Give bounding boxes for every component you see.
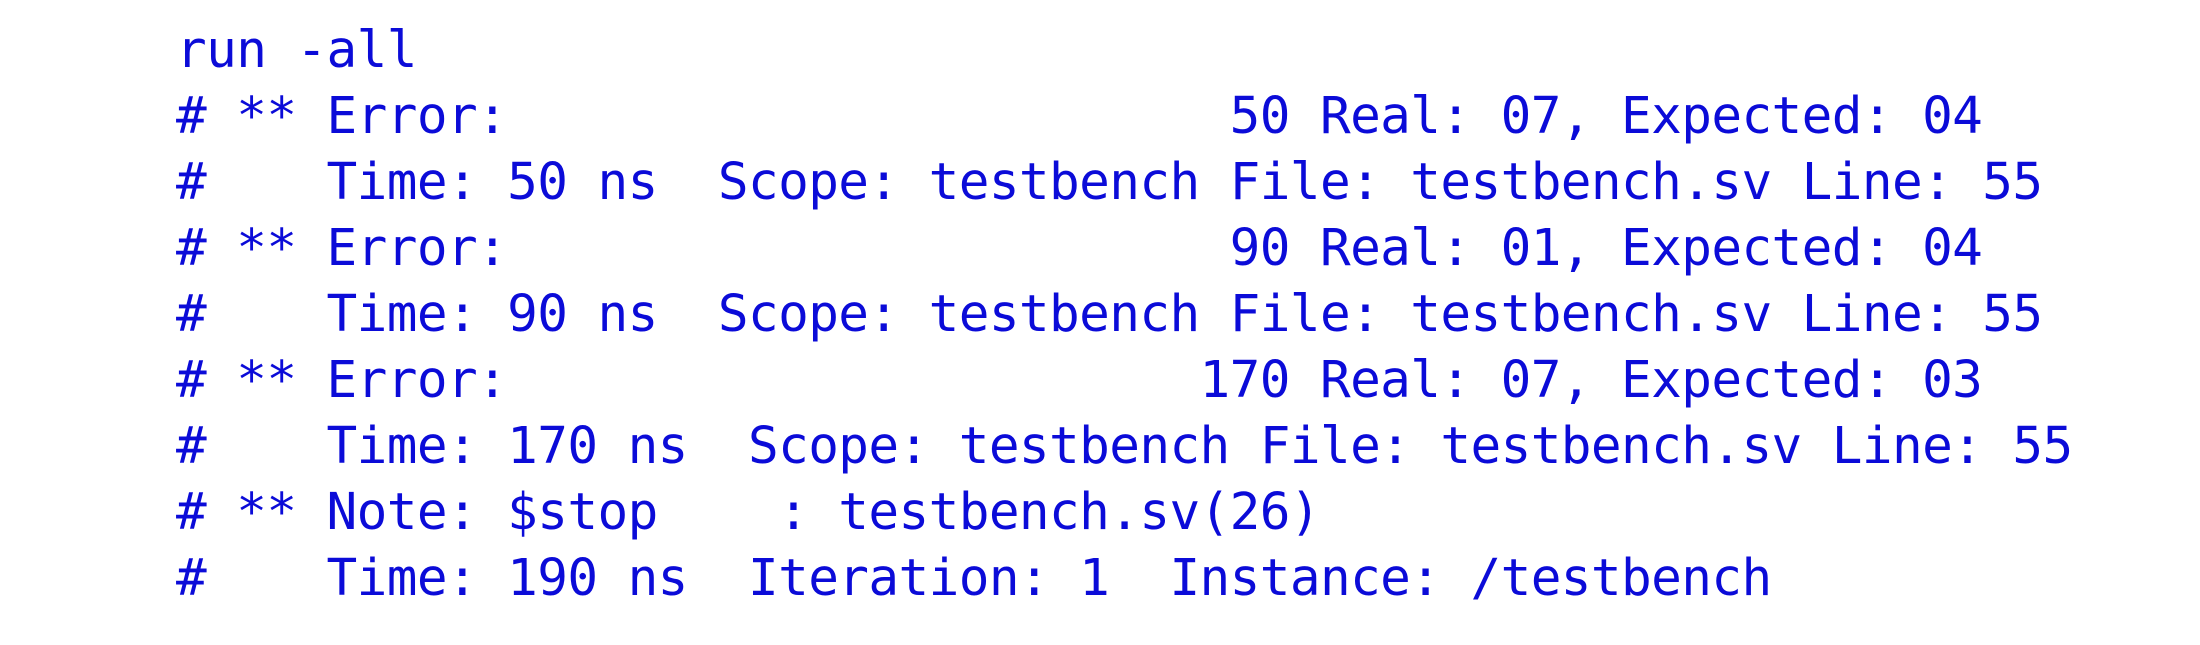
note-detail-line: # Time: 190 ns Iteration: 1 Instance: /t… — [176, 549, 1772, 608]
error-message-line: # ** Error: 170 Real: 07, Expected: 03 — [176, 351, 1983, 410]
error-detail-line: # Time: 50 ns Scope: testbench File: tes… — [176, 153, 2043, 212]
error-message-line: # ** Error: 90 Real: 01, Expected: 04 — [176, 219, 1983, 278]
error-detail-line: # Time: 170 ns Scope: testbench File: te… — [176, 417, 2073, 476]
command-line: run -all — [176, 21, 417, 80]
error-message-line: # ** Error: 50 Real: 07, Expected: 04 — [176, 87, 1983, 146]
transcript-console: run -all # ** Error: 50 Real: 07, Expect… — [176, 18, 2176, 612]
error-detail-line: # Time: 90 ns Scope: testbench File: tes… — [176, 285, 2043, 344]
note-message-line: # ** Note: $stop : testbench.sv(26) — [176, 483, 1321, 542]
